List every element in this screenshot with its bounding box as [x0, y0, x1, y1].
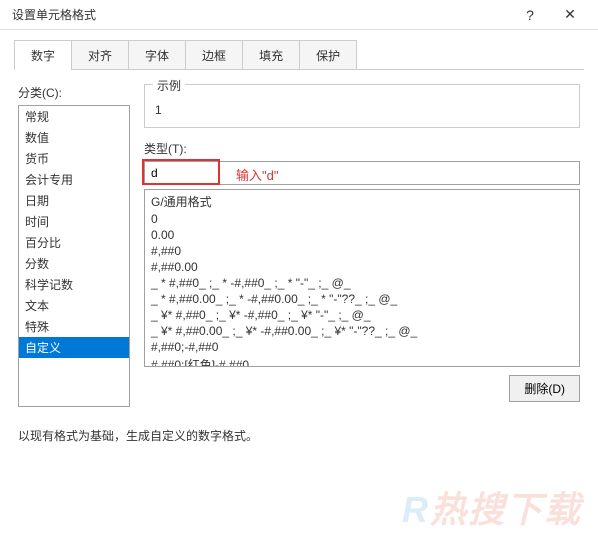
- tab-3[interactable]: 边框: [185, 40, 243, 70]
- type-label: 类型(T):: [144, 140, 580, 157]
- delete-button[interactable]: 删除(D): [509, 375, 580, 402]
- format-item[interactable]: 0.00: [145, 227, 579, 243]
- titlebar: 设置单元格格式 ? ✕: [0, 0, 598, 30]
- tab-1[interactable]: 对齐: [71, 40, 129, 70]
- format-item[interactable]: _ * #,##0_ ;_ * -#,##0_ ;_ * "-"_ ;_ @_: [145, 275, 579, 291]
- tab-0[interactable]: 数字: [14, 40, 72, 70]
- category-item[interactable]: 文本: [19, 295, 129, 316]
- type-input[interactable]: [144, 161, 580, 185]
- format-item[interactable]: G/通用格式: [145, 192, 579, 211]
- tab-5[interactable]: 保护: [299, 40, 357, 70]
- format-item[interactable]: _ ¥* #,##0.00_ ;_ ¥* -#,##0.00_ ;_ ¥* "-…: [145, 323, 579, 339]
- category-item[interactable]: 货币: [19, 148, 129, 169]
- format-item[interactable]: #,##0.00: [145, 259, 579, 275]
- close-button[interactable]: ✕: [550, 6, 590, 23]
- category-item[interactable]: 会计专用: [19, 169, 129, 190]
- category-item[interactable]: 自定义: [19, 337, 129, 358]
- format-item[interactable]: #,##0;-#,##0: [145, 339, 579, 355]
- category-item[interactable]: 日期: [19, 190, 129, 211]
- content: 分类(C): 常规数值货币会计专用日期时间百分比分数科学记数文本特殊自定义 示例…: [0, 70, 598, 421]
- category-item[interactable]: 分数: [19, 253, 129, 274]
- watermark: R热搜下载: [402, 481, 582, 533]
- footer-text: 以现有格式为基础，生成自定义的数字格式。: [0, 427, 598, 444]
- category-item[interactable]: 科学记数: [19, 274, 129, 295]
- tab-2[interactable]: 字体: [128, 40, 186, 70]
- category-item[interactable]: 常规: [19, 106, 129, 127]
- category-item[interactable]: 时间: [19, 211, 129, 232]
- window-title: 设置单元格格式: [8, 6, 510, 23]
- category-item[interactable]: 百分比: [19, 232, 129, 253]
- sample-box: 示例 1: [144, 84, 580, 128]
- format-item[interactable]: 0: [145, 211, 579, 227]
- format-item[interactable]: #,##0: [145, 243, 579, 259]
- tab-4[interactable]: 填充: [242, 40, 300, 70]
- sample-value: 1: [155, 103, 569, 117]
- help-button[interactable]: ?: [510, 7, 550, 23]
- category-item[interactable]: 特殊: [19, 316, 129, 337]
- format-item[interactable]: _ * #,##0.00_ ;_ * -#,##0.00_ ;_ * "-"??…: [145, 291, 579, 307]
- format-list[interactable]: G/通用格式00.00#,##0#,##0.00_ * #,##0_ ;_ * …: [144, 189, 580, 367]
- category-item[interactable]: 数值: [19, 127, 129, 148]
- format-item[interactable]: _ ¥* #,##0_ ;_ ¥* -#,##0_ ;_ ¥* "-"_ ;_ …: [145, 307, 579, 323]
- category-label: 分类(C):: [18, 84, 130, 101]
- sample-legend: 示例: [153, 77, 185, 94]
- tabs: 数字对齐字体边框填充保护: [0, 30, 598, 70]
- format-item[interactable]: #,##0;[红色]-#,##0: [145, 355, 579, 367]
- category-list[interactable]: 常规数值货币会计专用日期时间百分比分数科学记数文本特殊自定义: [18, 105, 130, 407]
